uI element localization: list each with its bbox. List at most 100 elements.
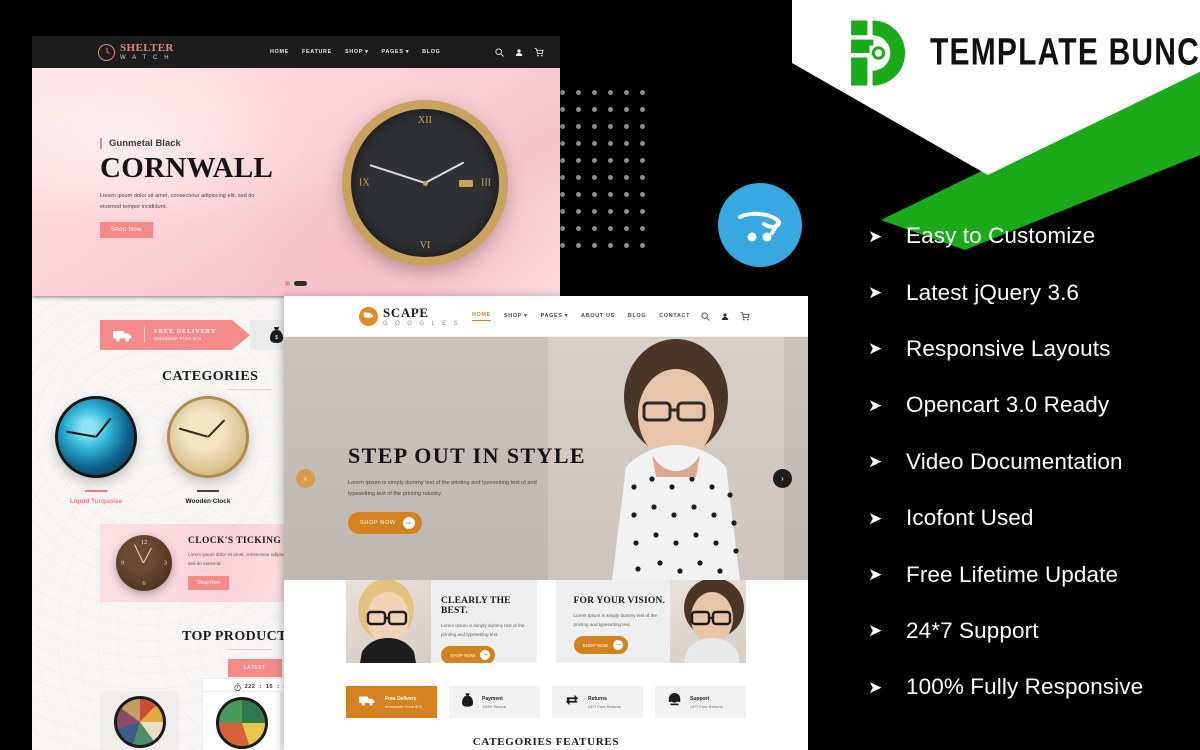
nav-item[interactable]: CONTACT <box>659 313 690 319</box>
return-icon <box>565 693 579 711</box>
goggles-nav-icons[interactable] <box>701 311 750 321</box>
grid-dot <box>640 226 645 231</box>
promo-clock-image: 12 3 6 9 <box>116 535 172 591</box>
nav-item[interactable]: PAGES ▾ <box>541 313 569 319</box>
category-card[interactable]: Liquid Turquoise <box>48 396 144 505</box>
svg-text:$: $ <box>275 335 278 341</box>
service-title: Free Delivery <box>385 695 417 702</box>
feature-label: Free Lifetime Update <box>906 561 1119 587</box>
cart-icon <box>740 311 750 320</box>
slider-next-button[interactable]: › <box>773 469 792 488</box>
screenshot-shelter-watch-inner[interactable]: FREE DELIVERY Worldwide From $75 $ CATEG… <box>32 296 322 750</box>
template-bunch-logo-icon <box>840 16 914 90</box>
grid-dot <box>576 243 581 248</box>
grid-dot <box>576 175 581 180</box>
service-item[interactable]: Returns 24*7 Free Returns <box>552 686 643 718</box>
hero-slider-pagination[interactable] <box>285 281 307 286</box>
grid-dot <box>576 158 581 163</box>
arrow-right-icon: ➞ <box>480 650 491 661</box>
goggles-hero-slide: STEP OUT IN STYLE Lorem Ipsum is simply … <box>284 337 808 580</box>
feature-label: 100% Fully Responsive <box>906 674 1144 700</box>
free-delivery-banner: FREE DELIVERY Worldwide From $75 <box>100 320 250 350</box>
service-item[interactable]: Payment 100% Secure <box>449 686 540 718</box>
nav-item[interactable]: FEATURE <box>302 49 332 55</box>
nav-item[interactable]: ABOUT US <box>581 313 615 319</box>
tab-latest[interactable]: LATEST <box>228 659 282 677</box>
slider-prev-button[interactable]: ‹ <box>296 469 315 488</box>
grid-dot <box>624 243 629 248</box>
product-card[interactable] <box>202 691 281 750</box>
screenshot-scape-goggles-home[interactable]: SCAPE G O G G L E S HOME SHOP ▾ PAGES ▾ ABO… <box>284 296 808 750</box>
pagination-dot-active[interactable] <box>294 281 307 286</box>
search-icon <box>495 47 504 57</box>
goggles-logo-icon <box>359 306 378 326</box>
service-subtitle: 24*7 Free Returns <box>588 703 621 709</box>
grid-dot <box>592 192 597 197</box>
service-subtitle: 100% Secure <box>482 703 507 709</box>
screenshot-shelter-watch-home[interactable]: SHELTER W A T C H HOME FEATURE SHOP ▾ PAGES… <box>32 36 560 296</box>
goggles-site-logo[interactable]: SCAPE G O G G L E S <box>359 306 461 327</box>
nav-item[interactable]: SHOP ▾ <box>504 313 528 319</box>
pagination-dot[interactable] <box>285 281 290 286</box>
grid-dot <box>640 158 645 163</box>
money-bag-icon: $ <box>270 327 283 343</box>
watch-site-logo[interactable]: SHELTER W A T C H <box>98 43 174 61</box>
grid-dot <box>576 141 581 146</box>
goggles-hero-shop-now-button[interactable]: SHOP NOW ➞ <box>348 512 422 535</box>
product-card[interactable] <box>100 691 179 750</box>
service-item[interactable]: Support 24*7 Free Returns <box>655 686 746 718</box>
watch-hero-shop-now-button[interactable]: Shop Now <box>100 222 153 239</box>
feature-list: ➤ Easy to Customize ➤ Latest jQuery 3.6 ➤ Res… <box>868 208 1188 716</box>
grid-dot <box>560 243 565 248</box>
arrow-bullet-icon: ➤ <box>868 621 883 641</box>
watch-hero-text: Gunmetal Black CORNWALL Lorem ipsum dolo… <box>100 138 310 239</box>
category-card[interactable]: Wooden Clock <box>160 396 256 505</box>
watch-site-nav-icons[interactable] <box>495 47 544 57</box>
watch-site-menu[interactable]: HOME FEATURE SHOP ▾ PAGES ▾ BLOG <box>270 49 441 55</box>
nav-item[interactable]: HOME <box>270 49 289 55</box>
grid-dot <box>624 226 629 231</box>
grid-dot <box>592 175 597 180</box>
grid-dot <box>560 226 565 231</box>
grid-dot <box>608 175 613 180</box>
grid-dot <box>640 243 645 248</box>
promo-banner[interactable]: FOR YOUR VISION. Lorem Ipsum is simply d… <box>555 580 746 663</box>
grid-dot <box>576 124 581 129</box>
grid-dot <box>640 141 645 146</box>
promo-banner[interactable]: CLEARLY THE BEST. Lorem Ipsum is simply … <box>346 580 537 663</box>
service-item[interactable]: Free Delivery Worldwide From $75 <box>346 686 437 718</box>
grid-dot <box>624 192 629 197</box>
watch-hero-slide: Gunmetal Black CORNWALL Lorem ipsum dolo… <box>32 68 560 296</box>
banner-shop-now-button[interactable]: SHOP NOW ➞ <box>573 636 628 655</box>
nav-item[interactable]: BLOG <box>422 49 440 55</box>
feature-item: ➤ 100% Fully Responsive <box>868 659 1188 715</box>
grid-dot <box>592 90 597 95</box>
stopwatch-icon <box>233 682 241 691</box>
watch-logo-line2: W A T C H <box>120 55 172 61</box>
goggles-site-menu[interactable]: HOME SHOP ▾ PAGES ▾ ABOUT US BLOG CONTACT <box>472 312 690 321</box>
arrow-bullet-icon: ➤ <box>868 452 883 472</box>
grid-dot <box>608 90 613 95</box>
banner-title: FOR YOUR VISION. <box>573 596 666 606</box>
service-title: Payment <box>482 695 503 702</box>
grid-dot <box>624 107 629 112</box>
goggles-logo-line1: SCAPE <box>383 304 429 320</box>
nav-item[interactable]: BLOG <box>628 313 646 319</box>
nav-item[interactable]: PAGES ▾ <box>382 49 410 55</box>
service-feature-row: Free Delivery Worldwide From $75 Payment 10… <box>346 686 746 718</box>
nav-item[interactable]: HOME <box>472 312 491 321</box>
promo-shop-now-button[interactable]: Shop Now <box>188 575 230 590</box>
feature-item: ➤ Free Lifetime Update <box>868 546 1188 602</box>
grid-dot <box>560 90 565 95</box>
goggles-hero-paragraph: Lorem Ipsum is simply dummy text of the … <box>348 480 537 498</box>
grid-dot <box>640 175 645 180</box>
grid-dot <box>576 192 581 197</box>
grid-dot <box>560 175 565 180</box>
grid-dot <box>592 141 597 146</box>
opencart-badge <box>718 183 802 267</box>
feature-label: Video Documentation <box>906 448 1123 474</box>
nav-item[interactable]: SHOP ▾ <box>345 49 369 55</box>
arrow-right-icon: ➞ <box>612 640 623 651</box>
grid-dot <box>608 243 613 248</box>
banner-shop-now-button[interactable]: SHOP NOW ➞ <box>441 646 496 663</box>
